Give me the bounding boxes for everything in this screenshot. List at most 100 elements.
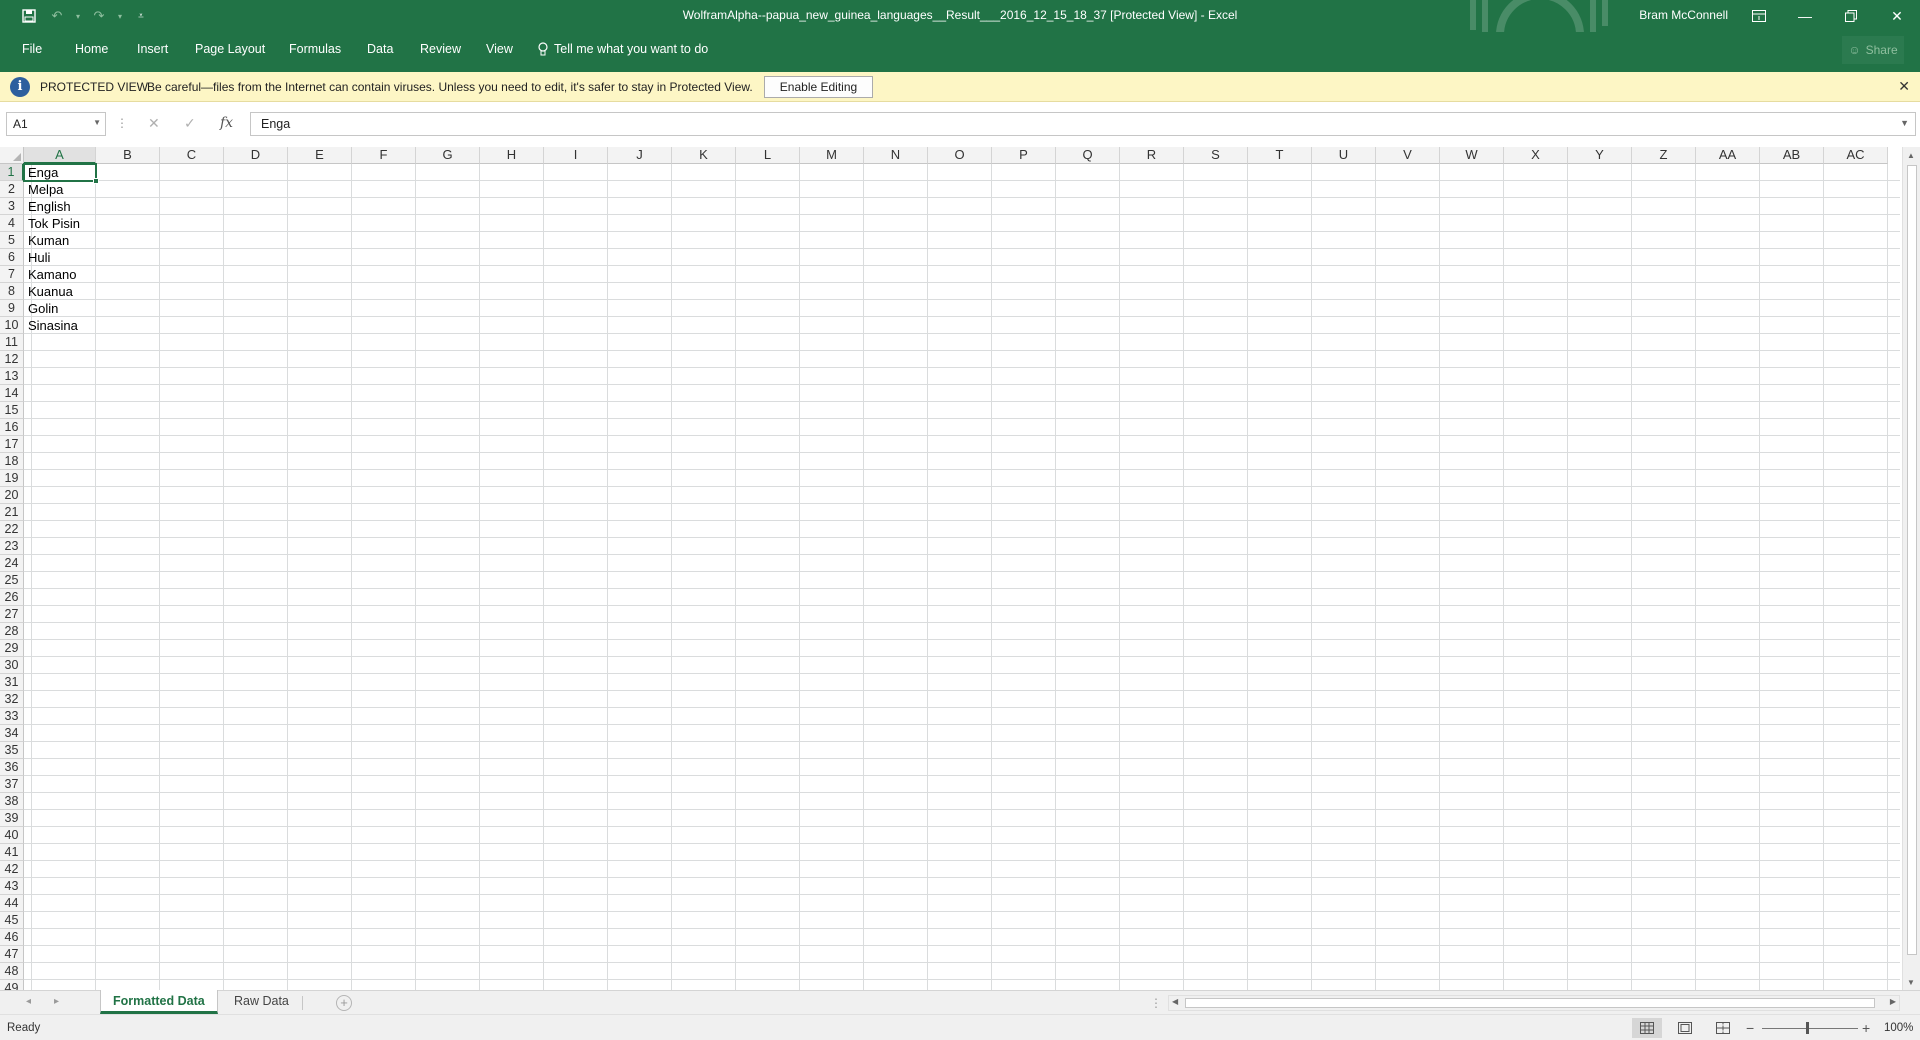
row-header[interactable]: 32: [0, 691, 24, 708]
cell-a6[interactable]: Huli: [24, 249, 96, 266]
row-header[interactable]: 48: [0, 963, 24, 980]
tab-view[interactable]: View: [486, 42, 513, 56]
row-header[interactable]: 17: [0, 436, 24, 453]
cell-a3[interactable]: English: [24, 198, 96, 215]
row-header[interactable]: 36: [0, 759, 24, 776]
column-header[interactable]: Q: [1056, 147, 1120, 164]
row-header[interactable]: 47: [0, 946, 24, 963]
ribbon-display-options-icon[interactable]: [1736, 0, 1782, 32]
row-header[interactable]: 38: [0, 793, 24, 810]
column-header[interactable]: C: [160, 147, 224, 164]
name-box[interactable]: A1 ▼: [6, 112, 106, 136]
column-header[interactable]: R: [1120, 147, 1184, 164]
column-header[interactable]: T: [1248, 147, 1312, 164]
column-header[interactable]: H: [480, 147, 544, 164]
row-header[interactable]: 8: [0, 283, 24, 300]
row-header[interactable]: 12: [0, 351, 24, 368]
fill-handle[interactable]: [93, 178, 99, 184]
vertical-scroll-thumb[interactable]: [1907, 165, 1917, 955]
row-header[interactable]: 31: [0, 674, 24, 691]
column-header[interactable]: U: [1312, 147, 1376, 164]
normal-view-icon[interactable]: [1632, 1018, 1662, 1038]
zoom-slider[interactable]: [1762, 1028, 1858, 1029]
column-header[interactable]: X: [1504, 147, 1568, 164]
undo-icon[interactable]: ↶: [46, 6, 68, 26]
insert-function-icon[interactable]: fx: [220, 115, 233, 131]
column-header[interactable]: Y: [1568, 147, 1632, 164]
page-break-preview-icon[interactable]: [1708, 1018, 1738, 1038]
tab-home[interactable]: Home: [75, 42, 108, 56]
tab-data[interactable]: Data: [367, 42, 393, 56]
row-header[interactable]: 37: [0, 776, 24, 793]
row-header[interactable]: 13: [0, 368, 24, 385]
cell-a7[interactable]: Kamano: [24, 266, 96, 283]
enable-editing-button[interactable]: Enable Editing: [764, 76, 873, 98]
row-header[interactable]: 25: [0, 572, 24, 589]
tab-review[interactable]: Review: [420, 42, 461, 56]
user-name[interactable]: Bram McConnell: [1639, 8, 1728, 22]
page-layout-view-icon[interactable]: [1670, 1018, 1700, 1038]
row-header[interactable]: 41: [0, 844, 24, 861]
column-header[interactable]: F: [352, 147, 416, 164]
tab-file[interactable]: File: [22, 42, 42, 56]
horizontal-scrollbar[interactable]: ◀ ▶: [1168, 995, 1900, 1011]
row-header[interactable]: 46: [0, 929, 24, 946]
row-header[interactable]: 16: [0, 419, 24, 436]
row-header[interactable]: 15: [0, 402, 24, 419]
close-protected-bar-icon[interactable]: ✕: [1898, 78, 1910, 95]
row-header[interactable]: 27: [0, 606, 24, 623]
scroll-left-icon[interactable]: ◀: [1172, 997, 1178, 1006]
column-header[interactable]: AC: [1824, 147, 1888, 164]
zoom-level[interactable]: 100%: [1884, 1022, 1913, 1034]
cell-a5[interactable]: Kuman: [24, 232, 96, 249]
row-header[interactable]: 18: [0, 453, 24, 470]
row-header[interactable]: 3: [0, 198, 24, 215]
cell-a9[interactable]: Golin: [24, 300, 96, 317]
row-header[interactable]: 6: [0, 249, 24, 266]
zoom-slider-knob[interactable]: [1806, 1022, 1809, 1034]
tell-me-box[interactable]: Tell me what you want to do: [538, 42, 708, 56]
row-header[interactable]: 44: [0, 895, 24, 912]
sheet-tab-formatted-data[interactable]: Formatted Data: [100, 990, 218, 1014]
row-header[interactable]: 4: [0, 215, 24, 232]
row-header[interactable]: 29: [0, 640, 24, 657]
customize-qat-icon[interactable]: ⩡: [130, 6, 152, 26]
row-header[interactable]: 39: [0, 810, 24, 827]
column-header[interactable]: K: [672, 147, 736, 164]
sheet-next-icon[interactable]: ▸: [54, 996, 59, 1007]
row-header[interactable]: 43: [0, 878, 24, 895]
column-header[interactable]: A: [24, 147, 96, 164]
minimize-icon[interactable]: —: [1782, 0, 1828, 32]
sheet-tab-raw-data[interactable]: Raw Data: [222, 990, 301, 1014]
restore-icon[interactable]: [1828, 0, 1874, 32]
column-header[interactable]: M: [800, 147, 864, 164]
row-header[interactable]: 22: [0, 521, 24, 538]
tab-split-grip-icon[interactable]: ⋮: [1150, 996, 1162, 1010]
row-header[interactable]: 42: [0, 861, 24, 878]
formula-bar-grip-icon[interactable]: ⋮: [116, 116, 128, 130]
column-header[interactable]: W: [1440, 147, 1504, 164]
scroll-up-icon[interactable]: ▲: [1907, 151, 1915, 160]
row-header[interactable]: 40: [0, 827, 24, 844]
row-header[interactable]: 7: [0, 266, 24, 283]
row-header[interactable]: 23: [0, 538, 24, 555]
row-header[interactable]: 49: [0, 980, 24, 990]
expand-formula-bar-icon[interactable]: ▼: [1900, 118, 1909, 128]
column-header[interactable]: N: [864, 147, 928, 164]
sheet-prev-icon[interactable]: ◂: [26, 996, 31, 1007]
undo-dropdown-icon[interactable]: ▾: [74, 6, 82, 26]
row-header[interactable]: 20: [0, 487, 24, 504]
zoom-out-icon[interactable]: −: [1746, 1020, 1754, 1036]
row-header[interactable]: 1: [0, 164, 24, 181]
scroll-down-icon[interactable]: ▼: [1907, 978, 1915, 987]
cell-a8[interactable]: Kuanua: [24, 283, 96, 300]
row-header[interactable]: 9: [0, 300, 24, 317]
save-icon[interactable]: [18, 6, 40, 26]
column-header[interactable]: D: [224, 147, 288, 164]
formula-input[interactable]: Enga ▼: [250, 112, 1916, 136]
tab-insert[interactable]: Insert: [137, 42, 168, 56]
tab-page-layout[interactable]: Page Layout: [195, 42, 265, 56]
select-all-button[interactable]: [0, 147, 24, 164]
cell-a10[interactable]: Sinasina: [24, 317, 96, 334]
column-header[interactable]: I: [544, 147, 608, 164]
